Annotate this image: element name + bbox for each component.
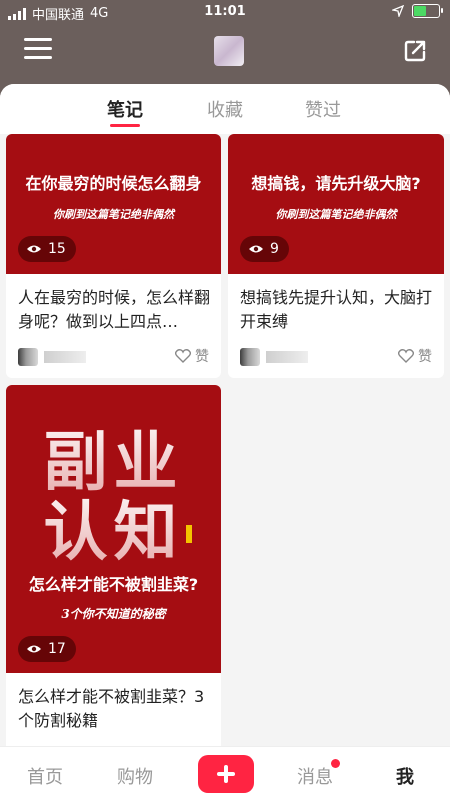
cover-subtitle: 3个你不知道的秘密	[61, 607, 166, 621]
tab-favorites[interactable]: 收藏	[195, 96, 255, 122]
status-bar: 中国联通 4G 11:01	[0, 0, 450, 24]
battery-icon	[412, 4, 443, 18]
note-title: 怎么样才能不被割韭菜？3个防割秘籍	[18, 687, 205, 730]
clock: 11:01	[204, 4, 246, 19]
view-count-value: 17	[48, 641, 66, 657]
eye-icon	[27, 645, 41, 653]
like-label: 赞	[195, 349, 209, 365]
nav-home[interactable]: 首页	[15, 763, 75, 789]
author-avatar	[240, 348, 260, 366]
like-button[interactable]: 赞	[398, 346, 432, 366]
cover-accent-mark	[186, 525, 192, 543]
eye-icon	[249, 245, 263, 253]
author[interactable]	[240, 348, 308, 366]
view-count: 15	[18, 236, 76, 262]
note-cover: 想搞钱，请先升级大脑? 你刷到这篇笔记绝非偶然 9	[228, 134, 444, 274]
notification-badge	[331, 759, 340, 768]
cover-headline: 在你最穷的时候怎么翻身	[25, 174, 202, 193]
note-cover: 在你最穷的时候怎么翻身 你刷到这篇笔记绝非偶然 15	[6, 134, 221, 274]
cover-headline: 怎么样才能不被割韭菜?	[28, 575, 199, 594]
like-label: 赞	[418, 349, 432, 365]
profile-sheet: 笔记 收藏 赞过 在你最穷的时候怎么翻身 你刷到这篇笔记绝非偶然 15 人在最穷…	[0, 84, 450, 800]
note-card[interactable]: 想搞钱，请先升级大脑? 你刷到这篇笔记绝非偶然 9 想搞钱先提升认知，大脑打开束…	[228, 134, 444, 378]
tab-indicator	[110, 124, 140, 127]
share-icon[interactable]	[402, 38, 428, 64]
note-card[interactable]: 在你最穷的时候怎么翻身 你刷到这篇笔记绝非偶然 15 人在最穷的时候，怎么样翻身…	[6, 134, 221, 378]
view-count-value: 9	[270, 241, 279, 257]
heart-icon	[175, 349, 191, 363]
cover-subtitle: 你刷到这篇笔记绝非偶然	[275, 208, 397, 221]
location-icon	[392, 5, 404, 17]
note-card[interactable]: 副业 认知 怎么样才能不被割韭菜? 3个你不知道的秘密 17 怎么样才能不被割韭…	[6, 385, 221, 755]
cover-headline: 想搞钱，请先升级大脑?	[251, 174, 421, 193]
add-note-button[interactable]	[198, 755, 254, 793]
author-name	[266, 351, 308, 363]
nav-me[interactable]: 我	[375, 763, 435, 789]
tab-liked[interactable]: 赞过	[293, 96, 353, 122]
note-title: 想搞钱先提升认知，大脑打开束缚	[240, 288, 433, 331]
author-avatar	[18, 348, 38, 366]
author-name	[44, 351, 86, 363]
view-count: 9	[240, 236, 289, 262]
note-cover: 副业 认知 怎么样才能不被割韭菜? 3个你不知道的秘密 17	[6, 385, 221, 673]
cover-subtitle: 你刷到这篇笔记绝非偶然	[53, 208, 174, 221]
view-count: 17	[18, 636, 76, 662]
nav-shopping[interactable]: 购物	[105, 763, 165, 789]
tab-bar: 笔记 收藏 赞过	[0, 84, 450, 134]
tab-notes[interactable]: 笔记	[95, 96, 155, 122]
menu-icon[interactable]	[24, 38, 52, 62]
author[interactable]	[18, 348, 86, 366]
bottom-nav: 首页 购物 消息 我	[0, 746, 450, 801]
eye-icon	[27, 245, 41, 253]
avatar[interactable]	[214, 36, 244, 66]
note-title: 人在最穷的时候，怎么样翻身呢？做到以上四点…	[18, 288, 211, 331]
view-count-value: 15	[48, 241, 66, 257]
heart-icon	[398, 349, 414, 363]
like-button[interactable]: 赞	[175, 346, 209, 366]
